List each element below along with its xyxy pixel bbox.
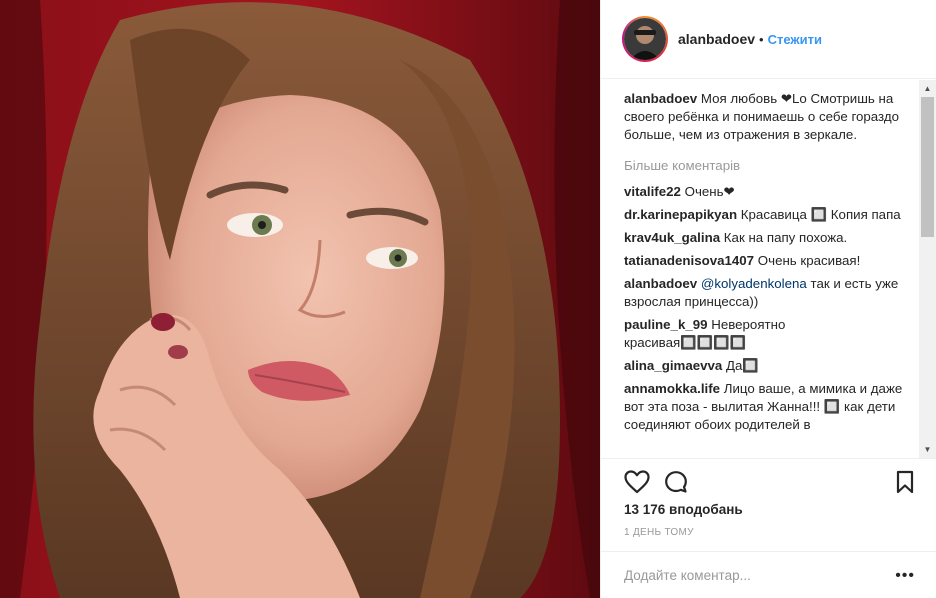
avatar[interactable] xyxy=(622,16,668,62)
comments-scrollbar[interactable]: ▲ ▼ xyxy=(919,80,936,458)
comments-list: alanbadoev Моя любовь ❤Lo Смотришь на св… xyxy=(601,80,936,458)
comment-text: Очень❤ xyxy=(684,184,735,199)
scroll-thumb[interactable] xyxy=(921,97,934,237)
likes-count[interactable]: 13 176 вподобань xyxy=(624,502,743,517)
comment-item: annamokka.life Лицо ваше, а мимика и даж… xyxy=(624,380,919,434)
comment-text: Очень красивая! xyxy=(757,253,861,268)
comment-username[interactable]: alanbadoev xyxy=(624,276,697,291)
caption: alanbadoev Моя любовь ❤Lo Смотришь на св… xyxy=(624,90,919,144)
portrait-image xyxy=(0,0,600,598)
comment-item: tatianadenisova1407 Очень красивая! xyxy=(624,252,919,270)
add-comment-input[interactable] xyxy=(624,568,896,583)
post-photo[interactable] xyxy=(0,0,600,598)
header-username[interactable]: alanbadoev xyxy=(678,31,755,47)
post-timestamp[interactable]: 1 день тому xyxy=(624,527,694,538)
scroll-down-arrow-icon[interactable]: ▼ xyxy=(919,441,936,458)
comment-text: Да🔲 xyxy=(726,358,759,373)
post-sidebar: alanbadoev • Стежити alanbadoev Моя любо… xyxy=(600,0,936,598)
follow-button[interactable]: Стежити xyxy=(768,32,822,47)
comment-username[interactable]: alina_gimaevva xyxy=(624,358,722,373)
scroll-up-arrow-icon[interactable]: ▲ xyxy=(919,80,936,97)
caption-username[interactable]: alanbadoev xyxy=(624,91,697,106)
comment-text: Красавица 🔲 Копия папа xyxy=(740,207,901,222)
more-comments-button[interactable]: Більше коментарів xyxy=(624,158,919,173)
comment-username[interactable]: pauline_k_99 xyxy=(624,317,708,332)
bookmark-icon[interactable] xyxy=(895,470,915,494)
comment-text: Как на папу похожа. xyxy=(723,230,848,245)
comment-username[interactable]: annamokka.life xyxy=(624,381,720,396)
comment-item: alina_gimaevva Да🔲 xyxy=(624,357,919,375)
comment-username[interactable]: dr.karinepapikyan xyxy=(624,207,737,222)
instagram-post: alanbadoev • Стежити alanbadoev Моя любо… xyxy=(0,0,936,598)
comment-icon[interactable] xyxy=(664,470,688,494)
comment-item: vitalife22 Очень❤ xyxy=(624,183,919,201)
add-comment-bar: ••• xyxy=(601,551,936,598)
comment-username[interactable]: vitalife22 xyxy=(624,184,681,199)
separator-dot: • xyxy=(759,31,764,47)
post-actions: 13 176 вподобань 1 день тому ••• xyxy=(601,458,936,588)
comment-item: pauline_k_99 Невероятно красивая🔲🔲🔲🔲 xyxy=(624,316,919,352)
action-icons xyxy=(624,467,915,497)
comment-mention-link[interactable]: @kolyadenkolena xyxy=(701,276,807,291)
avatar-image xyxy=(624,18,666,60)
post-header: alanbadoev • Стежити xyxy=(601,0,936,79)
comment-item: alanbadoev @kolyadenkolena так и есть уж… xyxy=(624,275,919,311)
comment-username[interactable]: krav4uk_galina xyxy=(624,230,720,245)
comment-item: dr.karinepapikyan Красавица 🔲 Копия папа xyxy=(624,206,919,224)
comment-item: krav4uk_galina Как на папу похожа. xyxy=(624,229,919,247)
heart-icon[interactable] xyxy=(624,470,650,494)
ellipsis-icon[interactable]: ••• xyxy=(895,567,915,585)
comment-username[interactable]: tatianadenisova1407 xyxy=(624,253,754,268)
